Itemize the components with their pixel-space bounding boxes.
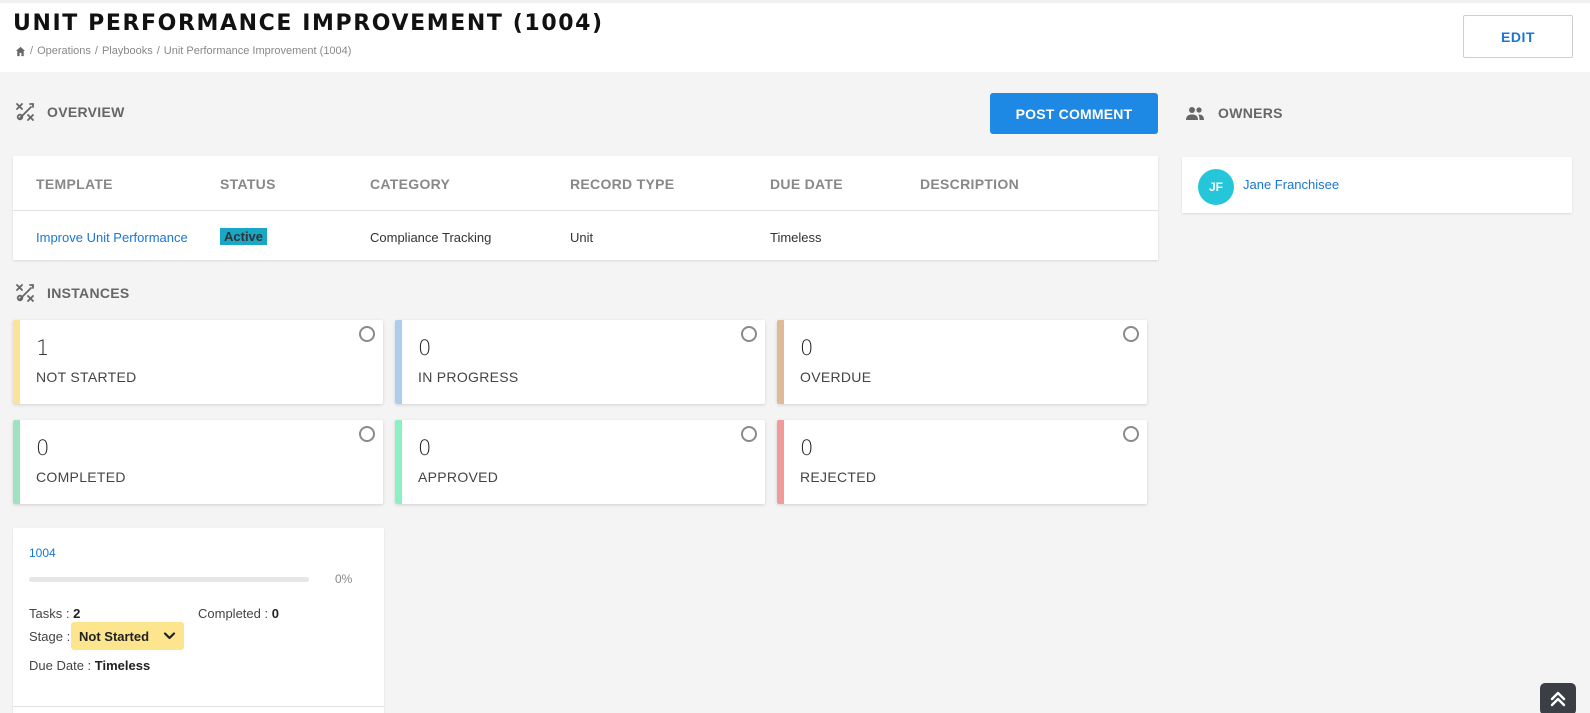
overview-table-header: TEMPLATE STATUS CATEGORY RECORD TYPE DUE… [13, 156, 1158, 211]
stat-count: 1 [36, 336, 50, 360]
stat-color-bar [13, 320, 20, 404]
progress-bar [29, 577, 309, 582]
double-chevron-up-icon [1550, 691, 1566, 707]
record-type-value: Unit [570, 230, 594, 245]
page-header: UNIT PERFORMANCE IMPROVEMENT (1004) / Op… [0, 0, 1590, 72]
stat-label: APPROVED [418, 469, 499, 485]
category-value: Compliance Tracking [370, 230, 492, 245]
breadcrumb-item-current: Unit Performance Improvement (1004) [163, 45, 352, 57]
stat-color-bar [777, 420, 784, 504]
scroll-to-top-button[interactable] [1540, 683, 1576, 713]
breadcrumb: / Operations / Playbooks / Unit Performa… [15, 45, 351, 57]
post-comment-button[interactable]: POST COMMENT [990, 93, 1158, 134]
stat-count: 0 [418, 336, 432, 360]
tools-icon [16, 103, 34, 121]
instance-card: 1004 0% Tasks : 2 Completed : 0 Stage : … [13, 528, 384, 713]
instances-title: INSTANCES [47, 285, 130, 301]
due-date-value: Timeless [770, 230, 822, 245]
breadcrumb-item-playbooks[interactable]: Playbooks [102, 45, 153, 57]
stat-count: 0 [800, 336, 814, 360]
people-icon [1186, 107, 1204, 120]
owners-title: OWNERS [1218, 105, 1283, 121]
stat-count: 0 [418, 436, 432, 460]
home-icon[interactable] [15, 46, 26, 57]
stat-label: NOT STARTED [36, 369, 137, 385]
completed-count: Completed : 0 [198, 606, 279, 621]
radio-button[interactable] [1123, 326, 1139, 342]
column-header-template: TEMPLATE [36, 176, 113, 192]
stat-color-bar [777, 320, 784, 404]
radio-button[interactable] [741, 426, 757, 442]
stat-card-completed[interactable]: 0 COMPLETED [13, 420, 383, 504]
stat-card-overdue[interactable]: 0 OVERDUE [777, 320, 1147, 404]
avatar: JF [1198, 169, 1234, 205]
column-header-status: STATUS [220, 176, 276, 192]
status-badge: Active [220, 228, 268, 245]
stat-count: 0 [800, 436, 814, 460]
instance-id-link[interactable]: 1004 [29, 546, 56, 560]
radio-button[interactable] [1123, 426, 1139, 442]
owners-heading: OWNERS [1184, 103, 1283, 123]
tools-icon [16, 284, 34, 302]
stat-color-bar [13, 420, 20, 504]
tasks-count: Tasks : 2 [29, 606, 81, 621]
due-date-value: Timeless [94, 658, 151, 673]
tasks-value: 2 [73, 606, 81, 621]
page-title: UNIT PERFORMANCE IMPROVEMENT (1004) [13, 11, 604, 36]
progress-percent: 0% [335, 572, 353, 586]
column-header-category: CATEGORY [370, 176, 451, 192]
overview-title: OVERVIEW [47, 104, 125, 120]
edit-button[interactable]: EDIT [1463, 15, 1573, 58]
stat-color-bar [395, 320, 402, 404]
overview-table: TEMPLATE STATUS CATEGORY RECORD TYPE DUE… [13, 156, 1158, 260]
owner-name-link[interactable]: Jane Franchisee [1243, 177, 1339, 192]
stage-label: Stage : [29, 629, 71, 644]
chevron-down-icon [163, 632, 176, 640]
stat-label: IN PROGRESS [418, 369, 519, 385]
stat-card-in-progress[interactable]: 0 IN PROGRESS [395, 320, 765, 404]
divider [13, 706, 384, 707]
stat-card-not-started[interactable]: 1 NOT STARTED [13, 320, 383, 404]
instances-heading: INSTANCES [15, 283, 130, 303]
stat-label: REJECTED [800, 469, 877, 485]
due-date: Due Date : Timeless [29, 658, 151, 673]
owners-card: JF Jane Franchisee [1182, 157, 1572, 213]
stat-color-bar [395, 420, 402, 504]
column-header-description: DESCRIPTION [920, 176, 1019, 192]
breadcrumb-item-operations[interactable]: Operations [37, 45, 91, 57]
radio-button[interactable] [359, 326, 375, 342]
template-link[interactable]: Improve Unit Performance [36, 230, 188, 245]
stat-label: COMPLETED [36, 469, 126, 485]
stage-select[interactable]: Not Started [71, 622, 184, 650]
column-header-due-date: DUE DATE [770, 176, 843, 192]
stat-count: 0 [36, 436, 50, 460]
stat-card-rejected[interactable]: 0 REJECTED [777, 420, 1147, 504]
overview-heading: OVERVIEW [15, 102, 125, 122]
completed-value: 0 [271, 606, 279, 621]
stat-card-approved[interactable]: 0 APPROVED [395, 420, 765, 504]
column-header-record-type: RECORD TYPE [570, 176, 675, 192]
stat-label: OVERDUE [800, 369, 872, 385]
radio-button[interactable] [741, 326, 757, 342]
radio-button[interactable] [359, 426, 375, 442]
